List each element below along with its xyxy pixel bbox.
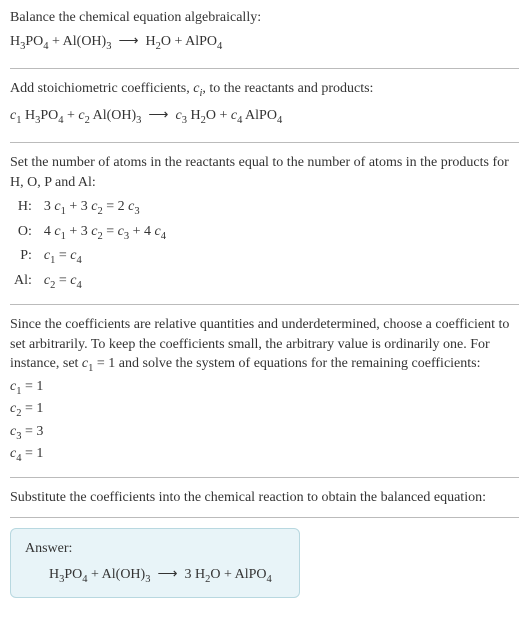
atom-label: Al:	[10, 270, 40, 294]
heading-solve-coeffs: Since the coefficients are relative quan…	[10, 315, 519, 377]
atom-equation: c1 = c4	[40, 245, 170, 269]
coeff-value: c1 = 1	[10, 377, 519, 399]
unbalanced-equation: H3PO4 + Al(OH)3 ⟶ H2O + AlPO4	[10, 32, 519, 54]
table-row: Al: c2 = c4	[10, 270, 170, 294]
section-add-coeffs: Add stoichiometric coefficients, ci, to …	[10, 79, 519, 143]
coeff-value: c4 = 1	[10, 444, 519, 466]
heading-atom-balance: Set the number of atoms in the reactants…	[10, 153, 519, 192]
table-row: H: 3 c1 + 3 c2 = 2 c3	[10, 196, 170, 220]
section-solve-coeffs: Since the coefficients are relative quan…	[10, 315, 519, 478]
answer-box: Answer: H3PO4 + Al(OH)3 ⟶ 3 H2O + AlPO4	[10, 528, 300, 598]
heading-balance: Balance the chemical equation algebraica…	[10, 8, 519, 28]
atom-label: O:	[10, 221, 40, 245]
coeff-value: c3 = 3	[10, 422, 519, 444]
atom-equation: 4 c1 + 3 c2 = c3 + 4 c4	[40, 221, 170, 245]
table-row: O: 4 c1 + 3 c2 = c3 + 4 c4	[10, 221, 170, 245]
balanced-equation: H3PO4 + Al(OH)3 ⟶ 3 H2O + AlPO4	[25, 565, 285, 587]
atom-equation: c2 = c4	[40, 270, 170, 294]
section-substitute: Substitute the coefficients into the che…	[10, 488, 519, 519]
answer-label: Answer:	[25, 539, 285, 559]
atom-label: P:	[10, 245, 40, 269]
heading-substitute: Substitute the coefficients into the che…	[10, 488, 519, 508]
section-atom-balance: Set the number of atoms in the reactants…	[10, 153, 519, 305]
coeff-equation: c1 H3PO4 + c2 Al(OH)3 ⟶ c3 H2O + c4 AlPO…	[10, 106, 519, 128]
atom-balance-table: H: 3 c1 + 3 c2 = 2 c3 O: 4 c1 + 3 c2 = c…	[10, 196, 170, 294]
table-row: P: c1 = c4	[10, 245, 170, 269]
heading-add-coeffs: Add stoichiometric coefficients, ci, to …	[10, 79, 519, 101]
atom-label: H:	[10, 196, 40, 220]
coeff-value: c2 = 1	[10, 399, 519, 421]
section-balance-prompt: Balance the chemical equation algebraica…	[10, 8, 519, 69]
atom-equation: 3 c1 + 3 c2 = 2 c3	[40, 196, 170, 220]
